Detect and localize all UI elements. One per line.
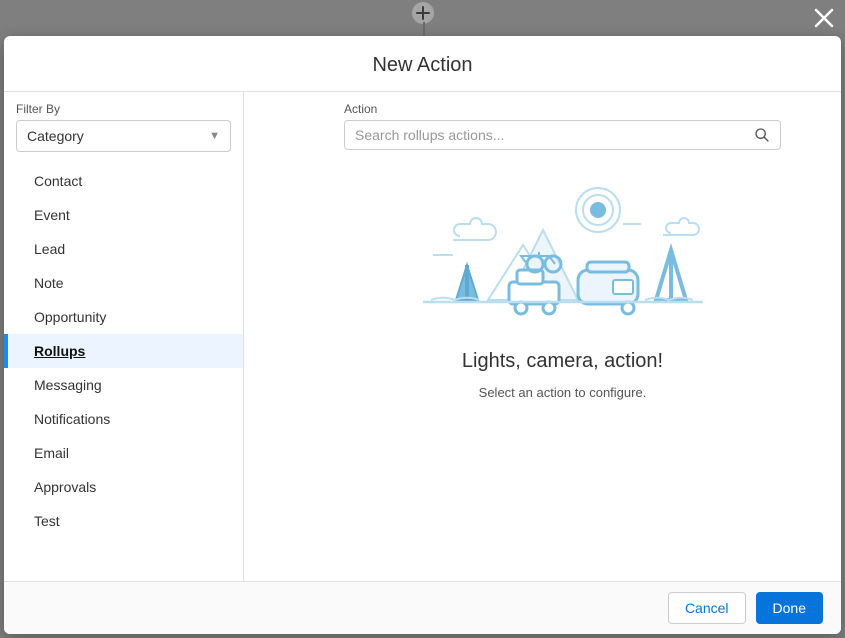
modal-title: New Action [4,54,841,77]
done-button[interactable]: Done [756,592,823,624]
category-item[interactable]: Opportunity [4,300,243,334]
main-panel: Action [244,92,841,581]
new-action-modal: New Action Filter By Category ▼ ContactE… [4,36,841,634]
action-search-box[interactable] [344,120,781,150]
chevron-down-icon: ▼ [209,130,220,142]
action-label: Action [344,102,781,116]
category-item[interactable]: Lead [4,232,243,266]
filter-by-select[interactable]: Category ▼ [16,120,231,152]
category-item[interactable]: Event [4,198,243,232]
add-action-icon [412,2,434,24]
empty-state-subtitle: Select an action to configure. [479,385,647,400]
category-list: ContactEventLeadNoteOpportunityRollupsMe… [4,164,243,558]
modal-header: New Action [4,36,841,92]
category-item[interactable]: Test [4,504,243,538]
filter-selected-value: Category [27,128,84,144]
category-item[interactable]: Rollups [4,334,243,368]
filter-by-label: Filter By [16,102,231,116]
category-item[interactable]: Note [4,266,243,300]
close-icon[interactable] [813,6,835,34]
category-item[interactable]: Approvals [4,470,243,504]
category-item[interactable]: Contact [4,164,243,198]
search-icon [754,127,770,143]
empty-state-title: Lights, camera, action! [462,350,663,373]
category-item[interactable]: Email [4,436,243,470]
empty-state-illustration [413,180,713,330]
sidebar: Filter By Category ▼ ContactEventLeadNot… [4,92,244,581]
category-item[interactable]: Messaging [4,368,243,402]
action-search-input[interactable] [355,127,754,143]
modal-footer: Cancel Done [4,581,841,634]
cancel-button[interactable]: Cancel [668,592,746,624]
category-item[interactable]: Notifications [4,402,243,436]
empty-state: Lights, camera, action! Select an action… [344,180,781,571]
